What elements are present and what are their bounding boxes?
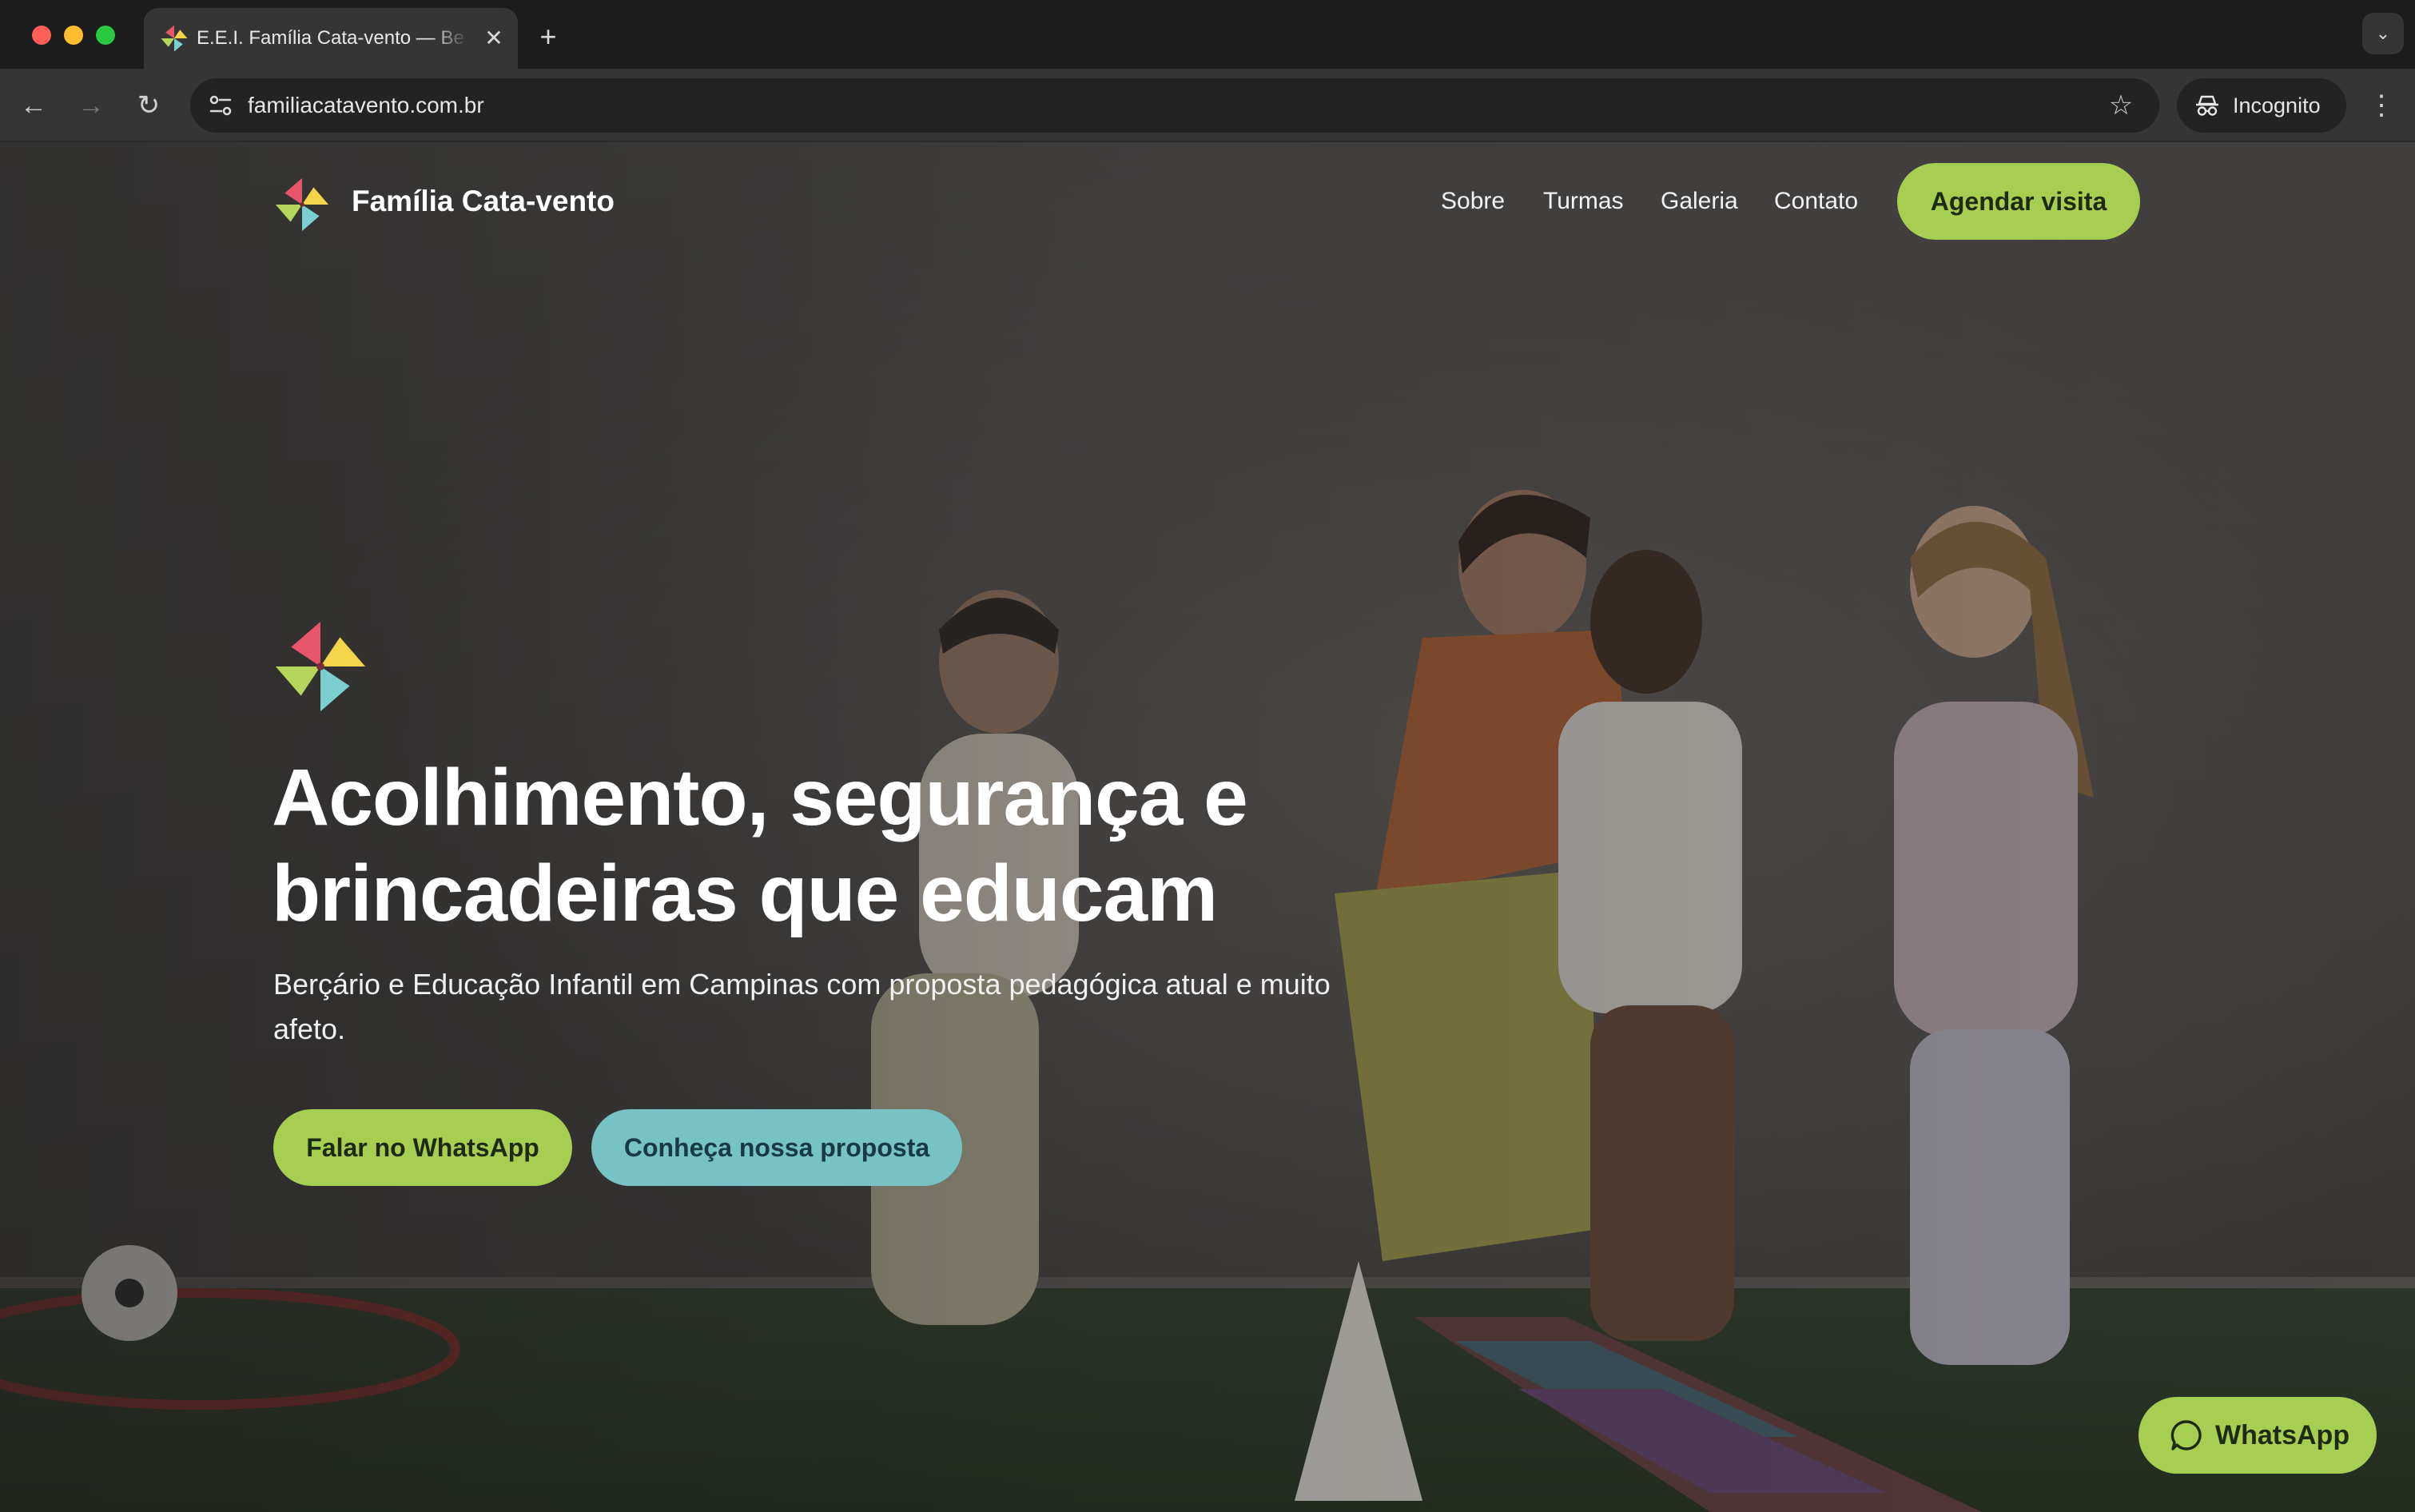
site-header: Família Cata-vento Sobre Turmas Galeria … (273, 161, 2142, 241)
forward-icon[interactable]: → (70, 85, 112, 126)
tab-search-icon[interactable]: ⌄ (2362, 13, 2404, 54)
pinwheel-hero-icon (275, 621, 366, 712)
close-window-button[interactable] (32, 26, 51, 45)
reload-icon[interactable]: ↻ (128, 85, 169, 126)
whatsapp-cta-button[interactable]: Falar no WhatsApp (273, 1109, 572, 1186)
whatsapp-floating-button[interactable]: WhatsApp (2138, 1397, 2377, 1474)
hero-subtitle: Berçário e Educação Infantil em Campinas… (273, 968, 1331, 1045)
nav-link-turmas[interactable]: Turmas (1543, 161, 1624, 241)
new-tab-button[interactable]: + (531, 19, 566, 54)
tab-close-icon[interactable]: ✕ (479, 24, 508, 53)
incognito-indicator[interactable]: Incognito (2177, 78, 2346, 133)
browser-titlebar: E.E.I. Família Cata-vento — Be ✕ + ⌄ (0, 0, 2415, 69)
maximize-window-button[interactable] (96, 26, 115, 45)
incognito-label: Incognito (2233, 94, 2321, 117)
star-icon[interactable]: ☆ (2102, 86, 2140, 125)
incognito-icon (2196, 95, 2218, 116)
pinwheel-favicon-icon (161, 25, 188, 52)
whatsapp-floating-label: WhatsApp (2215, 1420, 2350, 1450)
hero-title: Acolhimento, segurança e brincadeiras qu… (272, 753, 1248, 938)
schedule-visit-button[interactable]: Agendar visita (1897, 163, 2140, 240)
chat-bubble-icon (2170, 1420, 2202, 1450)
pinwheel-logo-icon[interactable] (273, 176, 331, 233)
url-text[interactable]: familiacatavento.com.br (248, 78, 484, 133)
site-info-icon[interactable] (205, 90, 237, 121)
web-page: Família Cata-vento Sobre Turmas Galeria … (0, 142, 2415, 1512)
menu-icon[interactable]: ⋮ (2361, 85, 2402, 126)
back-icon[interactable]: ← (13, 85, 54, 126)
brand-name[interactable]: Família Cata-vento (352, 161, 615, 241)
proposal-cta-button[interactable]: Conheça nossa proposta (591, 1109, 962, 1186)
nav-link-contato[interactable]: Contato (1774, 161, 1858, 241)
address-bar[interactable]: familiacatavento.com.br ☆ (190, 78, 2159, 133)
nav-link-sobre[interactable]: Sobre (1441, 161, 1505, 241)
browser-tab-active[interactable]: E.E.I. Família Cata-vento — Be ✕ (144, 8, 518, 69)
minimize-window-button[interactable] (64, 26, 83, 45)
nav-link-galeria[interactable]: Galeria (1661, 161, 1738, 241)
browser-toolbar: ← → ↻ familiacatavento.com.br ☆ Incognit… (0, 69, 2415, 142)
tab-title: E.E.I. Família Cata-vento — Be (197, 27, 464, 49)
